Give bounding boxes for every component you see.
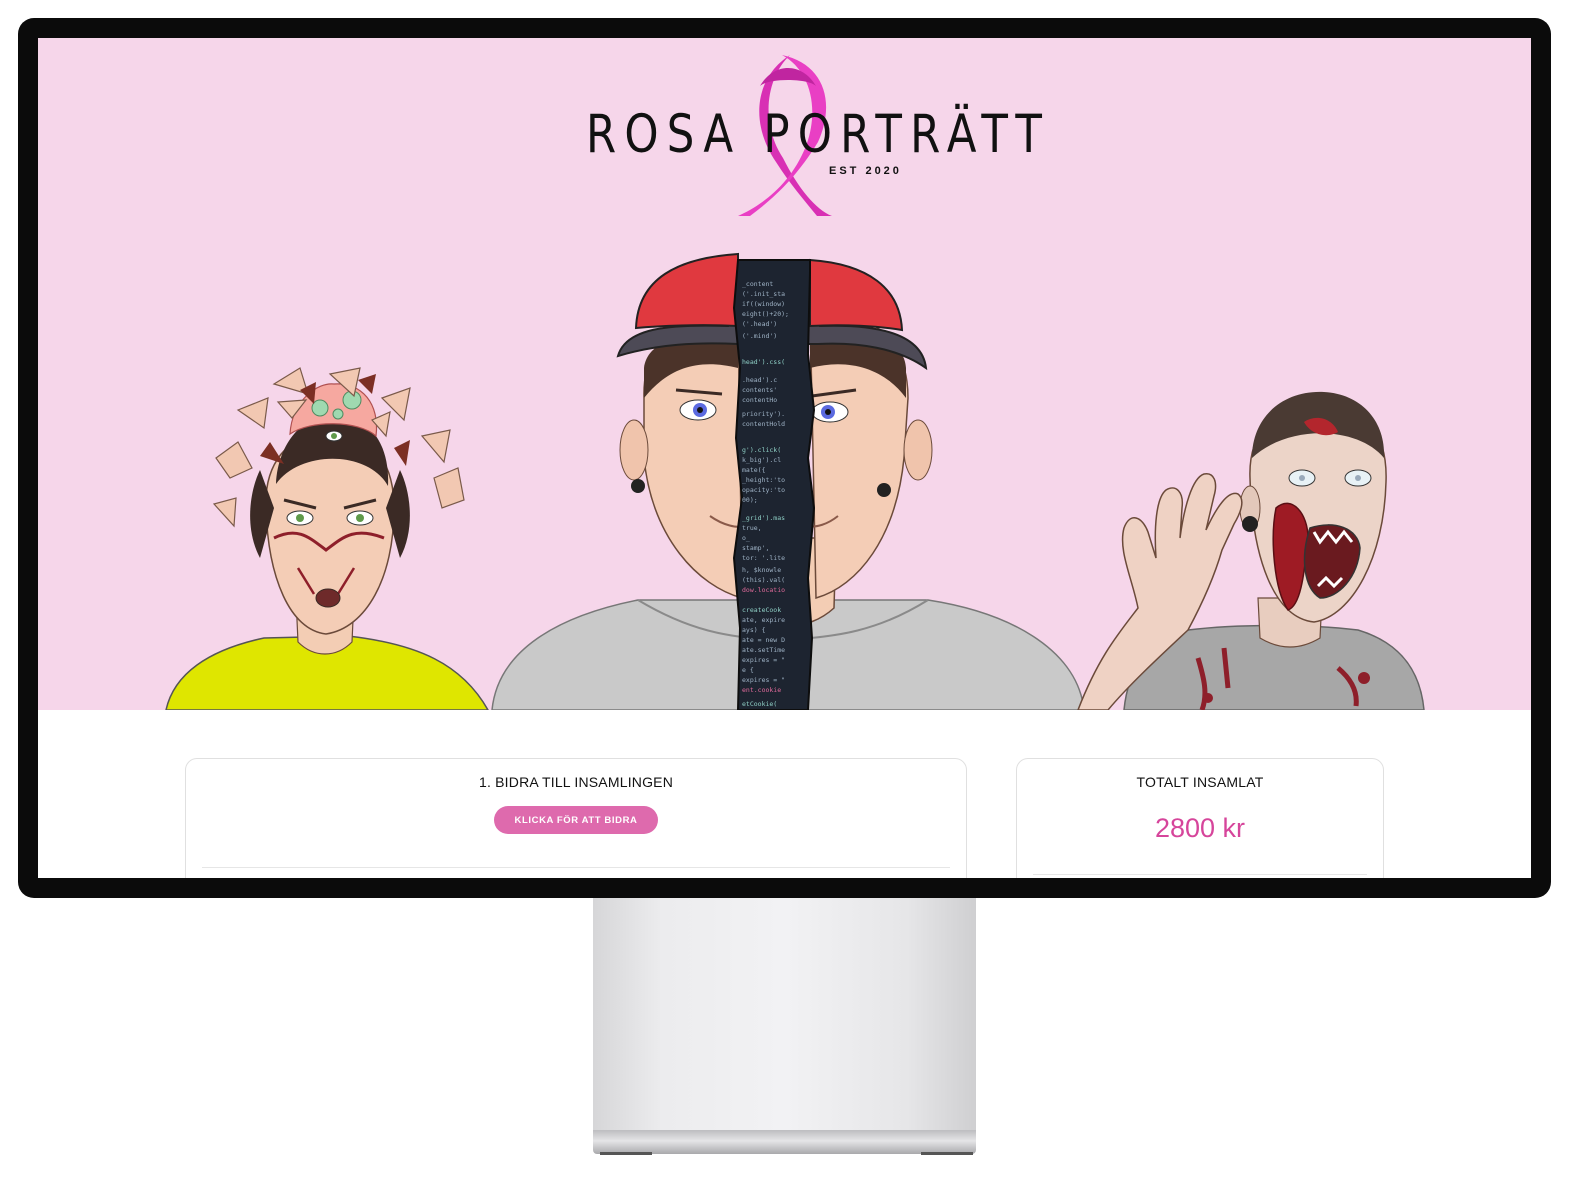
divider: [202, 867, 950, 868]
code-line: createCook: [742, 606, 781, 614]
stand-foot-left: [600, 1152, 652, 1155]
code-line: ate = new D: [742, 636, 785, 644]
code-line: ays) {: [742, 626, 766, 634]
hero-banner: ROSA PORTRÄTT EST 2020 _content ('.init_…: [38, 38, 1531, 710]
code-line: ('.init_sta: [742, 290, 785, 298]
code-line: true,: [742, 524, 762, 532]
code-line: contents': [742, 386, 777, 394]
code-line: contentHo: [742, 396, 777, 404]
code-line: head').css(: [742, 358, 785, 366]
code-line: priority').: [742, 410, 785, 418]
donate-button[interactable]: KLICKA FÖR ATT BIDRA: [494, 806, 658, 834]
code-line: _grid').mas: [742, 514, 785, 522]
donate-card: 1. BIDRA TILL INSAMLINGEN KLICKA FÖR ATT…: [185, 758, 967, 878]
code-line: if((window): [742, 300, 785, 308]
stand-foot-right: [921, 1152, 973, 1155]
divider: [1033, 874, 1367, 875]
code-line: ate.setTime: [742, 646, 785, 654]
code-line: 00);: [742, 496, 758, 504]
monitor-stand: [593, 898, 976, 1130]
code-line: mate({: [742, 466, 766, 474]
code-line: tor: '.lite: [742, 554, 785, 562]
hero-illustration: _content ('.init_sta if((window) eight()…: [165, 252, 1425, 710]
monitor-frame: ROSA PORTRÄTT EST 2020 _content ('.init_…: [18, 18, 1551, 898]
code-line: ate, expire: [742, 616, 785, 624]
monitor-stand-base: [593, 1130, 976, 1154]
code-line: eight()+20);: [742, 310, 789, 318]
portrait-split-code-face: _content ('.init_sta if((window) eight()…: [491, 252, 1085, 710]
code-line: .head').c: [742, 376, 777, 384]
code-line: ('.mind'): [742, 332, 777, 340]
total-card-title: TOTALT INSAMLAT: [1136, 774, 1264, 790]
code-line: expires = ": [742, 676, 785, 684]
portrait-zombie: [1077, 391, 1425, 710]
code-line: etCookie(: [742, 700, 777, 708]
code-line: o_: [742, 534, 750, 542]
total-card: TOTALT INSAMLAT 2800 kr: [1016, 758, 1384, 878]
code-line: (this).val(: [742, 576, 785, 584]
code-line: _height:'to: [742, 476, 785, 484]
total-amount: 2800 kr: [1154, 813, 1246, 843]
code-line: opacity:'to: [742, 486, 785, 494]
code-line: contentHold: [742, 420, 785, 428]
code-line: h, $knowle: [742, 566, 781, 574]
code-line: e {: [742, 666, 754, 674]
screen: ROSA PORTRÄTT EST 2020 _content ('.init_…: [38, 38, 1531, 878]
code-line: g').click(: [742, 446, 781, 454]
portrait-exploding-head: [165, 367, 489, 710]
donate-card-title: 1. BIDRA TILL INSAMLINGEN: [478, 774, 674, 790]
content-area: 1. BIDRA TILL INSAMLINGEN KLICKA FÖR ATT…: [38, 710, 1531, 878]
code-line: expires = ": [742, 656, 785, 664]
code-line: _content: [742, 280, 773, 288]
code-line: stamp',: [742, 544, 769, 552]
code-line: k_big').cl: [742, 456, 781, 464]
code-line: ent.cookie: [742, 686, 781, 694]
code-line: ('.head'): [742, 320, 777, 328]
code-line: dow.locatio: [742, 586, 785, 594]
